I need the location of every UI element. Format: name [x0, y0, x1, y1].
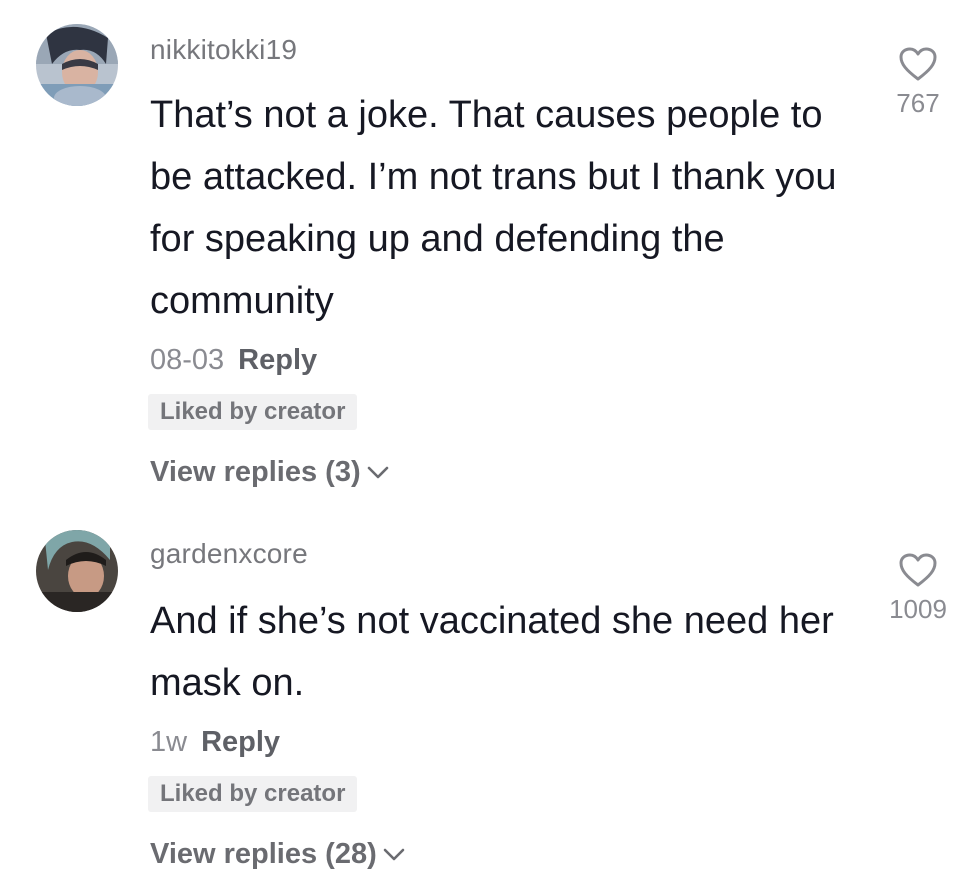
- reply-button[interactable]: Reply: [201, 726, 280, 758]
- like-button[interactable]: 1009: [878, 552, 958, 625]
- comment-date: 08-03: [150, 344, 225, 376]
- comment-meta: 1w Reply: [150, 726, 280, 759]
- comment-username[interactable]: nikkitokki19: [150, 34, 297, 66]
- heart-outline-icon: [899, 47, 937, 81]
- chevron-down-icon: [367, 466, 388, 478]
- view-replies-button[interactable]: View replies (28): [150, 838, 405, 871]
- comment-text: That’s not a joke. That causes people to…: [150, 94, 837, 322]
- comment-text: And if she’s not vaccinated she need her…: [150, 600, 834, 704]
- liked-by-creator-badge: Liked by creator: [148, 776, 358, 812]
- comment-username[interactable]: gardenxcore: [150, 538, 308, 570]
- reply-button[interactable]: Reply: [238, 344, 317, 376]
- avatar-photo: [36, 24, 118, 106]
- avatar-photo: [36, 530, 118, 612]
- view-replies-label: View replies (28): [150, 838, 377, 870]
- like-count: 1009: [889, 594, 947, 624]
- view-replies-label: View replies (3): [150, 456, 361, 488]
- avatar[interactable]: [36, 24, 118, 106]
- like-count: 767: [896, 88, 940, 118]
- heart-outline-icon: [899, 553, 937, 587]
- avatar[interactable]: [36, 530, 118, 612]
- comment-date: 1w: [150, 726, 188, 758]
- chevron-down-icon: [383, 848, 405, 860]
- view-replies-button[interactable]: View replies (3): [150, 456, 389, 489]
- liked-by-creator-badge: Liked by creator: [148, 394, 358, 430]
- like-button[interactable]: 767: [878, 46, 958, 119]
- comment-meta: 08-03 Reply: [150, 344, 317, 377]
